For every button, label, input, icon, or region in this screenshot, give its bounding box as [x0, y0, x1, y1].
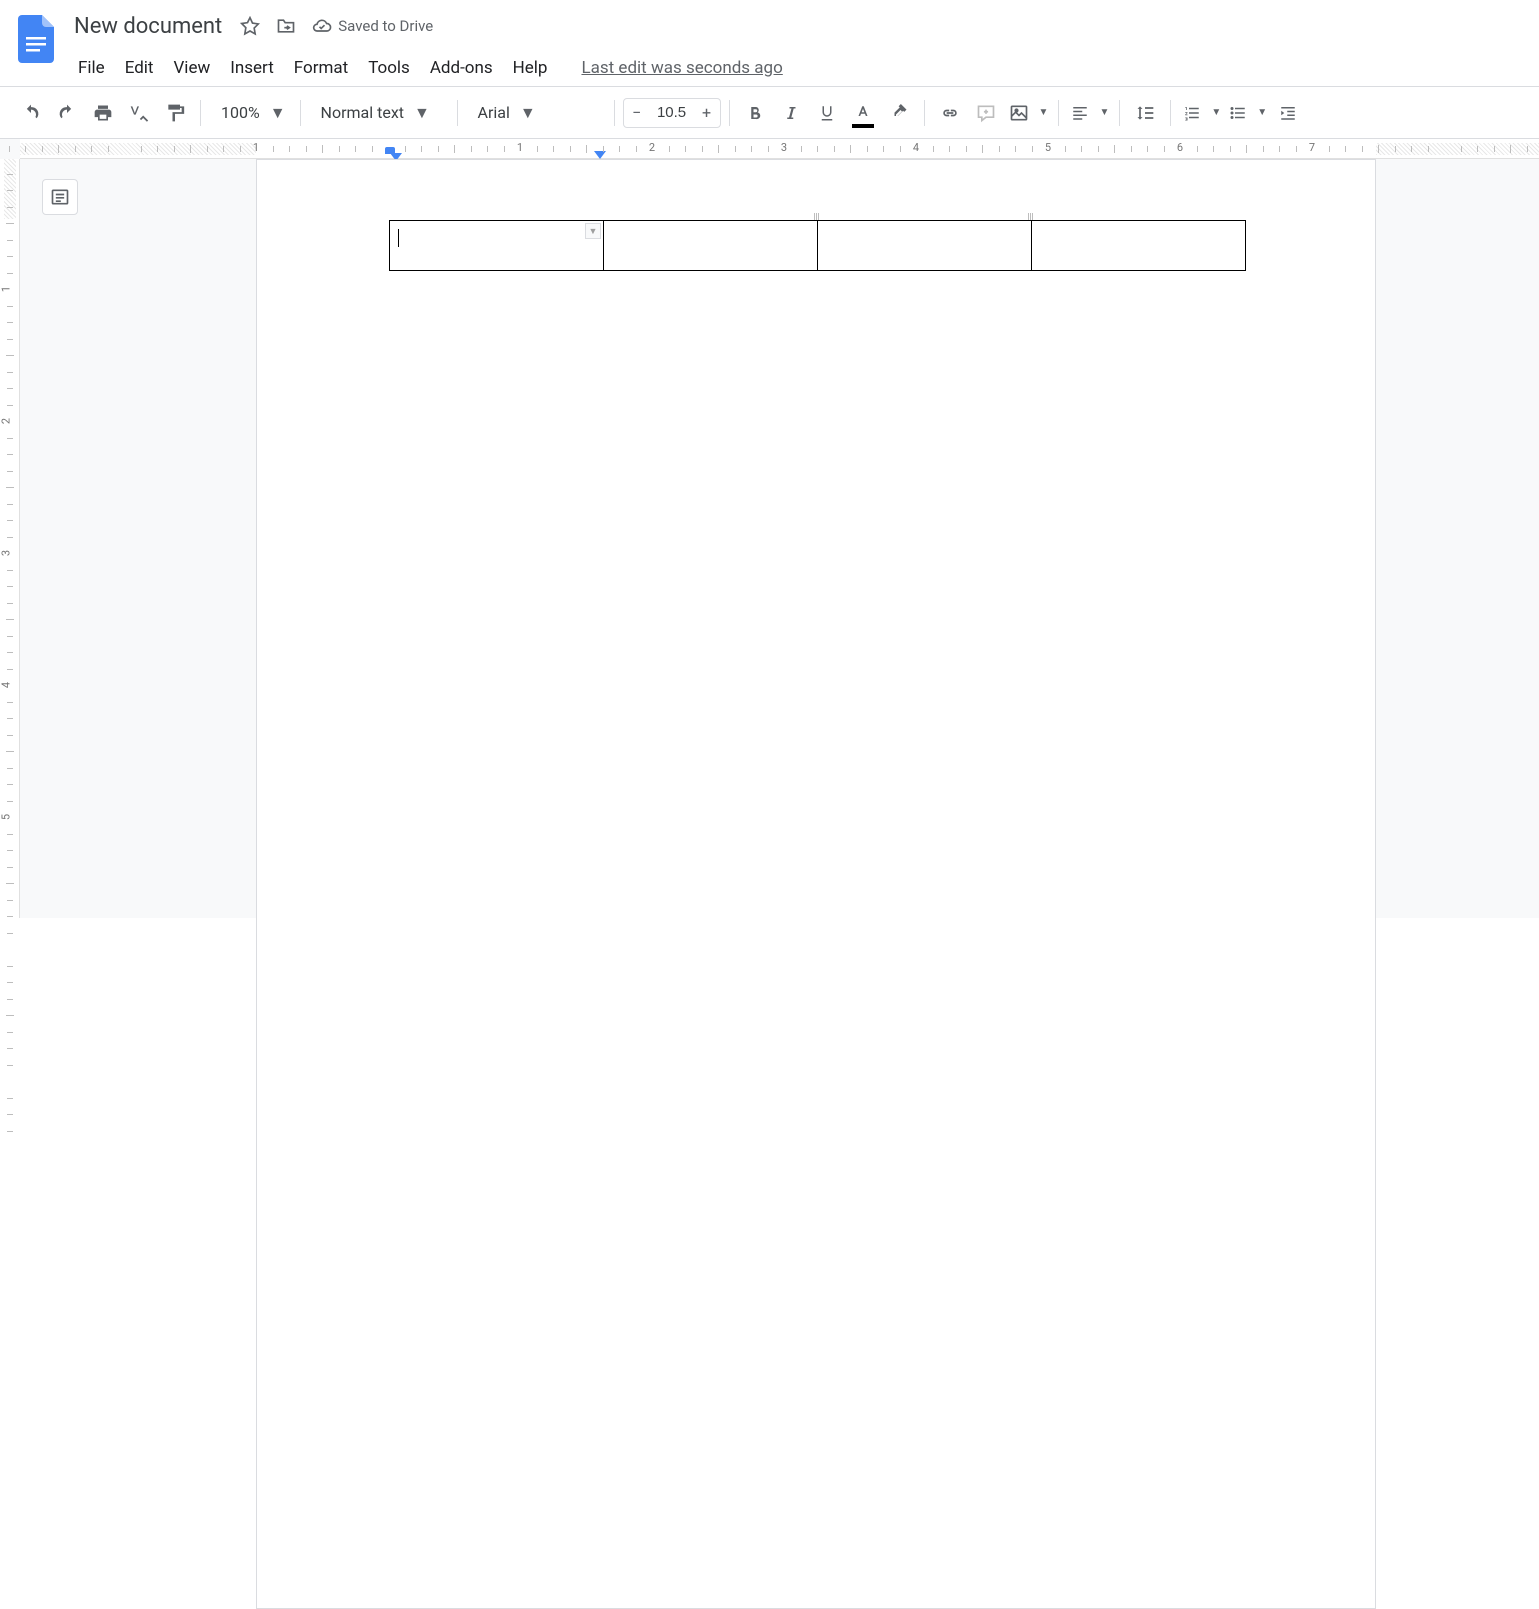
- document-title[interactable]: New document: [68, 12, 228, 41]
- separator: [729, 100, 730, 126]
- chevron-down-icon: ▼: [1257, 107, 1267, 118]
- align-button[interactable]: ▼: [1067, 96, 1111, 130]
- star-icon[interactable]: [236, 12, 264, 40]
- undo-button[interactable]: [14, 96, 48, 130]
- ruler-label: 3: [0, 550, 13, 556]
- cell-menu-button[interactable]: ▼: [585, 223, 601, 239]
- ruler-label: 3: [781, 141, 787, 154]
- ruler-label: 5: [0, 814, 13, 820]
- separator: [200, 100, 201, 126]
- ruler-label: 1: [253, 141, 259, 154]
- chevron-down-icon: ▼: [1099, 107, 1109, 118]
- table-row[interactable]: ▼: [390, 221, 1246, 271]
- title-area: New document Saved to Drive File Edit Vi…: [68, 8, 1523, 86]
- ruler-margin-left: [20, 143, 256, 155]
- save-status: Saved to Drive: [312, 16, 433, 36]
- separator: [614, 100, 615, 126]
- menu-bar: File Edit View Insert Format Tools Add-o…: [68, 50, 1523, 86]
- zoom-label: 100%: [221, 103, 260, 122]
- text-color-button[interactable]: [846, 96, 880, 130]
- document-table[interactable]: ▼: [389, 220, 1246, 271]
- bold-button[interactable]: [738, 96, 772, 130]
- workspace: 1 1 2 3 4 5 6 7 1 2 3 4 5: [0, 139, 1539, 918]
- chevron-down-icon: ▼: [1039, 107, 1049, 118]
- vertical-ruler[interactable]: 1 2 3 4 5: [0, 159, 20, 918]
- menu-tools[interactable]: Tools: [358, 54, 420, 82]
- paragraph-style-label: Normal text: [321, 103, 404, 122]
- ruler-margin-top: [4, 159, 16, 219]
- spellcheck-button[interactable]: [122, 96, 156, 130]
- separator: [1119, 100, 1120, 126]
- insert-comment-button[interactable]: [969, 96, 1003, 130]
- document-page[interactable]: ▼: [256, 159, 1376, 1609]
- app-header: New document Saved to Drive File Edit Vi…: [0, 0, 1539, 87]
- ruler-label: 1: [0, 286, 13, 292]
- column-drag-handle[interactable]: [1028, 213, 1034, 220]
- ruler-label: 7: [1309, 141, 1315, 154]
- chevron-down-icon: ▼: [414, 103, 430, 123]
- italic-button[interactable]: [774, 96, 808, 130]
- table-cell[interactable]: [604, 221, 818, 271]
- separator: [457, 100, 458, 126]
- text-cursor: [398, 229, 399, 247]
- menu-view[interactable]: View: [163, 54, 220, 82]
- zoom-select[interactable]: 100% ▼: [209, 96, 292, 130]
- docs-logo[interactable]: [16, 12, 56, 66]
- numbered-list-button[interactable]: ▼: [1179, 96, 1223, 130]
- table-cell[interactable]: [1032, 221, 1246, 271]
- move-icon[interactable]: [272, 12, 300, 40]
- ruler-label: 2: [0, 418, 13, 424]
- ruler-label: 6: [1177, 141, 1183, 154]
- separator: [924, 100, 925, 126]
- outline-toggle-button[interactable]: [42, 179, 78, 215]
- decrease-indent-button[interactable]: [1271, 96, 1305, 130]
- title-row: New document Saved to Drive: [68, 8, 1523, 44]
- ruler-label: 2: [649, 141, 655, 154]
- font-select[interactable]: Arial ▼: [466, 96, 606, 130]
- chevron-down-icon: ▼: [520, 103, 536, 123]
- font-size-stepper: − +: [623, 98, 721, 128]
- ruler-label: 5: [1045, 141, 1051, 154]
- font-label: Arial: [478, 103, 510, 122]
- font-size-decrease-button[interactable]: −: [624, 99, 650, 127]
- menu-edit[interactable]: Edit: [115, 54, 164, 82]
- cloud-icon: [312, 16, 332, 36]
- ruler-label: 1: [517, 141, 523, 154]
- separator: [1058, 100, 1059, 126]
- insert-image-button[interactable]: ▼: [1005, 96, 1051, 130]
- insert-link-button[interactable]: [933, 96, 967, 130]
- save-status-label: Saved to Drive: [338, 17, 433, 35]
- paragraph-style-select[interactable]: Normal text ▼: [309, 96, 449, 130]
- chevron-down-icon: ▼: [1211, 107, 1221, 118]
- toolbar: 100% ▼ Normal text ▼ Arial ▼ − + ▼ ▼ ▼ ▼: [0, 87, 1539, 139]
- separator: [300, 100, 301, 126]
- highlight-color-button[interactable]: [882, 96, 916, 130]
- menu-addons[interactable]: Add-ons: [420, 54, 503, 82]
- paint-format-button[interactable]: [158, 96, 192, 130]
- column-drag-handle[interactable]: [814, 213, 820, 220]
- bulleted-list-button[interactable]: ▼: [1225, 96, 1269, 130]
- menu-insert[interactable]: Insert: [220, 54, 284, 82]
- last-edit-link[interactable]: Last edit was seconds ago: [581, 58, 782, 78]
- separator: [1170, 100, 1171, 126]
- font-size-increase-button[interactable]: +: [694, 99, 720, 127]
- horizontal-ruler[interactable]: 1 1 2 3 4 5 6 7: [20, 139, 1539, 159]
- ruler-label: 4: [913, 141, 919, 154]
- ruler-label: 4: [0, 682, 13, 688]
- font-size-input[interactable]: [650, 99, 694, 127]
- chevron-down-icon: ▼: [270, 103, 286, 123]
- underline-button[interactable]: [810, 96, 844, 130]
- line-spacing-button[interactable]: [1128, 96, 1162, 130]
- ruler-margin-right: [1376, 143, 1539, 155]
- table-cell[interactable]: [818, 221, 1032, 271]
- table-cell[interactable]: ▼: [390, 221, 604, 271]
- menu-help[interactable]: Help: [503, 54, 558, 82]
- menu-format[interactable]: Format: [284, 54, 358, 82]
- right-indent-marker[interactable]: [594, 151, 606, 159]
- menu-file[interactable]: File: [68, 54, 115, 82]
- redo-button[interactable]: [50, 96, 84, 130]
- print-button[interactable]: [86, 96, 120, 130]
